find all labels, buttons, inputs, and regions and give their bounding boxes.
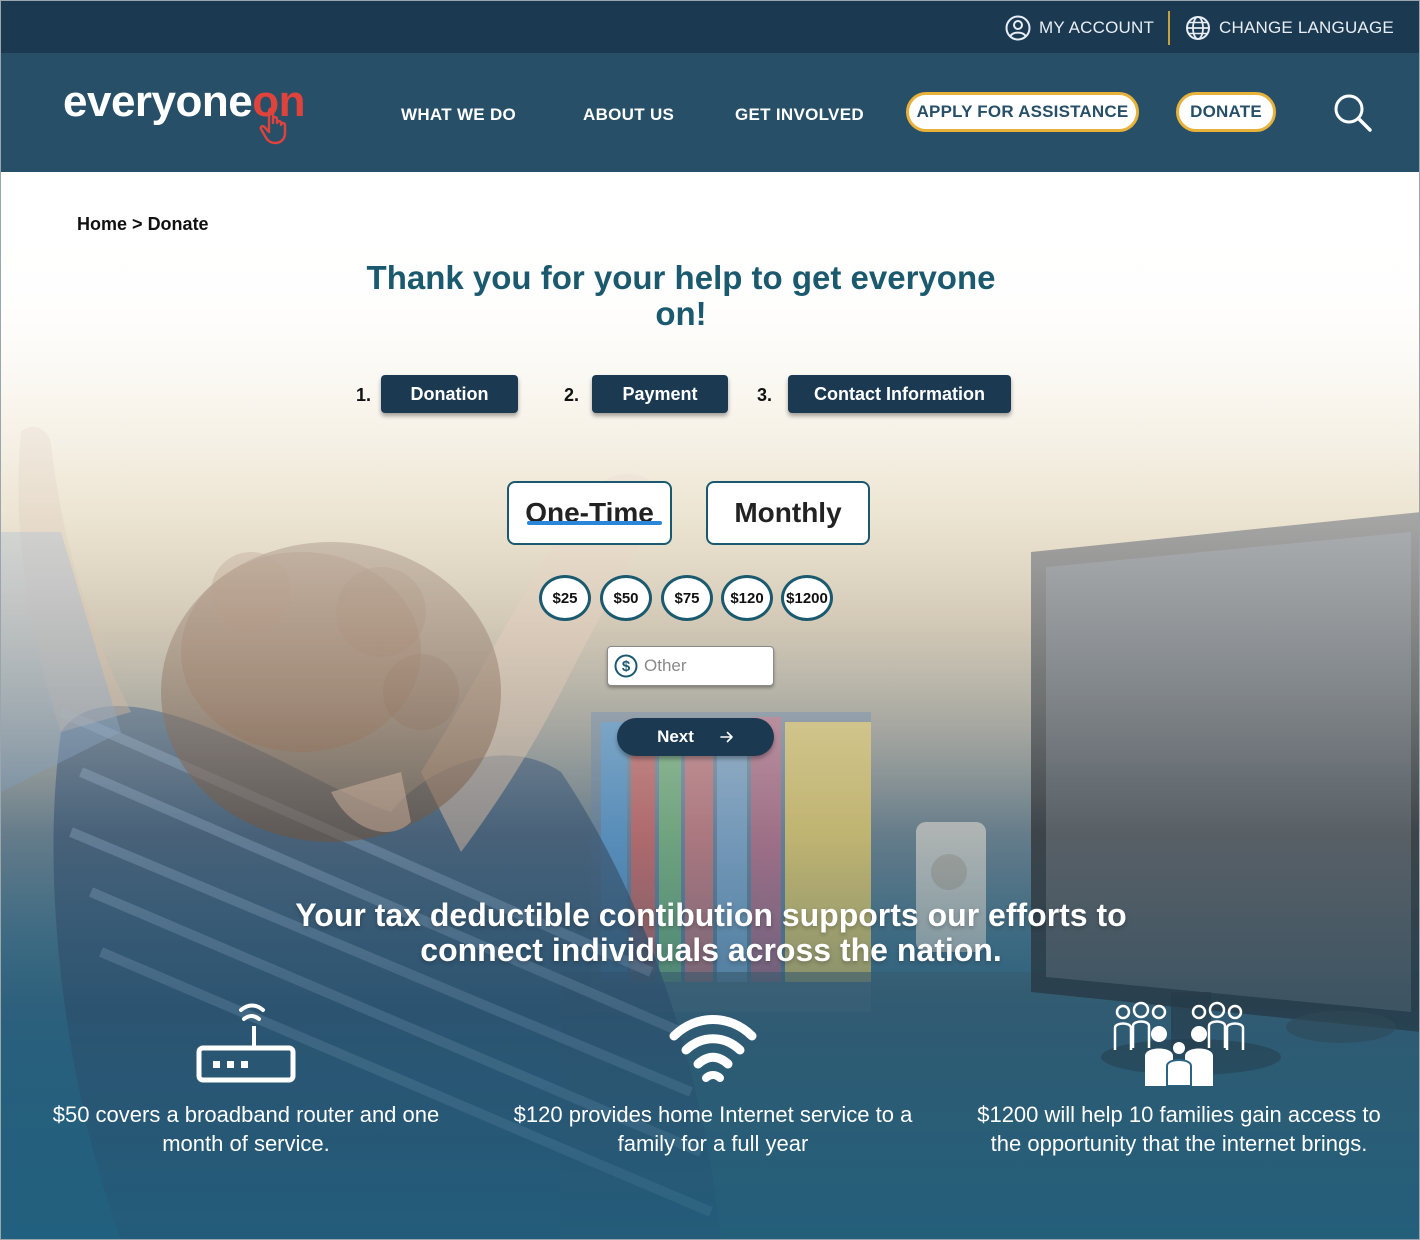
main-header: everyoneon WHAT WE DO ABOUT US GET INVOL…: [1, 53, 1419, 172]
change-language-link[interactable]: CHANGE LANGUAGE: [1185, 15, 1394, 41]
my-account-label: MY ACCOUNT: [1039, 18, 1155, 37]
impact-families-text: $1200 will help 10 families gain access …: [977, 1102, 1381, 1156]
search-button[interactable]: [1331, 91, 1375, 135]
breadcrumb-current: Donate: [147, 214, 209, 234]
impact-families: $1200 will help 10 families gain access …: [969, 1000, 1389, 1158]
utility-divider: [1168, 11, 1170, 45]
one-time-toggle[interactable]: One-Time: [507, 481, 672, 545]
amount-120-button[interactable]: $120: [721, 575, 773, 621]
impact-router: $50 covers a broadband router and one mo…: [36, 1000, 456, 1158]
search-icon: [1334, 94, 1372, 132]
amount-50-button[interactable]: $50: [600, 575, 652, 621]
router-icon: [196, 1003, 296, 1083]
step-contact-information[interactable]: Contact Information: [788, 375, 1011, 413]
donate-button[interactable]: DONATE: [1176, 92, 1276, 132]
apply-for-assistance-button[interactable]: APPLY FOR ASSISTANCE: [906, 92, 1139, 132]
pointer-hand-icon: [259, 107, 287, 145]
step-number-contact: 3.: [757, 385, 773, 405]
other-amount-field[interactable]: $: [607, 646, 774, 686]
next-button[interactable]: Next: [617, 718, 774, 756]
impact-router-text: $50 covers a broadband router and one mo…: [52, 1102, 440, 1156]
step-donation[interactable]: Donation: [381, 375, 518, 413]
amount-75-button[interactable]: $75: [661, 575, 713, 621]
monthly-label: Monthly: [734, 497, 842, 528]
donation-hero: Home > Donate Thank you for your help to…: [1, 172, 1419, 1239]
impact-wifi: $120 provides home Internet service to a…: [503, 1000, 923, 1158]
step-number-payment: 2.: [564, 385, 580, 405]
breadcrumb-separator: >: [132, 214, 143, 234]
tax-deductible-heading: Your tax deductible contibution supports…: [295, 897, 1127, 968]
globe-icon: [1186, 16, 1210, 40]
amount-25-button[interactable]: $25: [539, 575, 591, 621]
dollar-icon: $: [614, 654, 638, 678]
account-icon: [1005, 15, 1031, 41]
nav-about-us[interactable]: ABOUT US: [583, 105, 674, 125]
svg-text:$: $: [622, 658, 631, 675]
step-payment[interactable]: Payment: [592, 375, 728, 413]
my-account-link[interactable]: MY ACCOUNT: [1005, 15, 1154, 41]
families-icon: [1113, 1001, 1245, 1086]
everyoneon-logo[interactable]: everyoneon: [63, 77, 333, 147]
breadcrumb: Home > Donate: [77, 214, 209, 235]
wifi-icon: [669, 1015, 757, 1082]
arrow-right-icon: [720, 731, 733, 743]
utility-bar: MY ACCOUNT CHANGE LANGUAGE: [1, 1, 1419, 53]
selected-underline: [527, 521, 662, 525]
page-frame: MY ACCOUNT CHANGE LANGUAGE everyoneon WH…: [0, 0, 1420, 1240]
nav-get-involved[interactable]: GET INVOLVED: [735, 105, 864, 125]
page-title: Thank you for your help to get everyone …: [366, 259, 996, 332]
other-amount-input[interactable]: [644, 656, 764, 676]
change-language-label: CHANGE LANGUAGE: [1219, 18, 1394, 37]
monthly-toggle[interactable]: Monthly: [706, 481, 870, 545]
step-number-donation: 1.: [356, 385, 372, 405]
impact-wifi-text: $120 provides home Internet service to a…: [513, 1102, 913, 1156]
amount-1200-button[interactable]: $1200: [781, 575, 833, 621]
nav-what-we-do[interactable]: WHAT WE DO: [401, 105, 516, 125]
next-label: Next: [657, 727, 694, 746]
breadcrumb-home[interactable]: Home: [77, 214, 127, 234]
